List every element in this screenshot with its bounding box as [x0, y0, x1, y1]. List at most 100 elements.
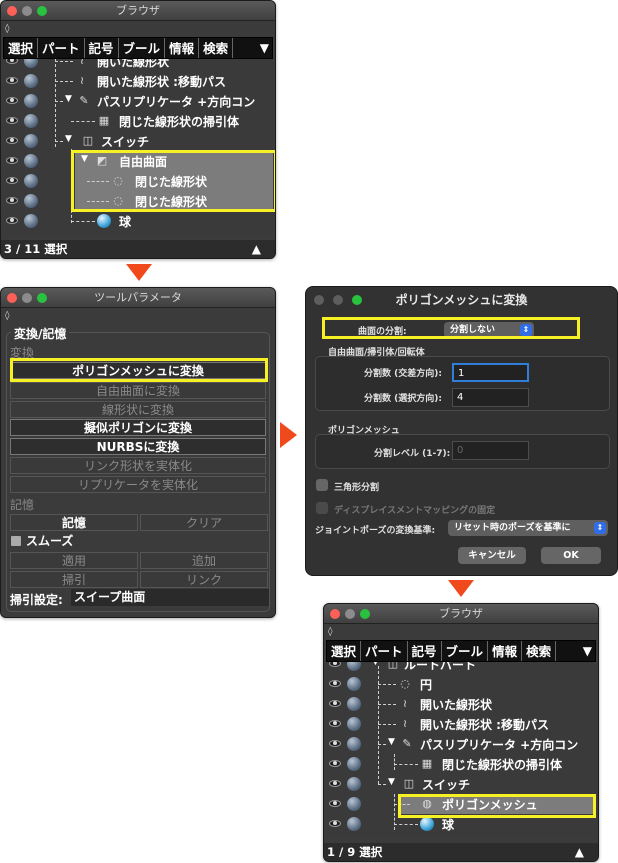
clear-button[interactable]: クリア [140, 514, 268, 531]
tab-symbol[interactable]: 記号 [408, 641, 442, 661]
tree-row-selected[interactable]: ◌ 閉じた線形状 [75, 191, 273, 211]
division-select-input[interactable]: 4 [452, 388, 529, 407]
shade-ball-icon[interactable] [24, 194, 38, 208]
tree-row[interactable] [326, 794, 398, 814]
triangle-checkbox[interactable] [316, 479, 328, 491]
disclosure-triangle-icon[interactable]: ▼ [65, 134, 72, 144]
shade-ball-icon[interactable] [347, 817, 361, 831]
close-button[interactable] [7, 293, 17, 303]
eye-icon[interactable] [329, 780, 341, 787]
up-triangle-icon[interactable]: ▲ [252, 240, 261, 258]
tab-menu-triangle-icon[interactable]: ▼ [583, 644, 595, 658]
shade-ball-icon[interactable] [347, 662, 361, 671]
shade-ball-icon[interactable] [24, 154, 38, 168]
joint-pose-select[interactable]: リセット時のポーズを基準に ⇕ [448, 520, 608, 536]
eye-icon[interactable] [6, 59, 18, 64]
tree-row-selected[interactable]: ◍ ポリゴンメッシュ [394, 794, 596, 814]
minimize-button[interactable] [22, 6, 32, 16]
eye-icon[interactable] [329, 720, 341, 727]
disclosure-triangle-icon[interactable]: ▼ [388, 737, 395, 747]
nurbs-convert-button[interactable]: NURBSに変換 [10, 438, 266, 455]
eye-icon[interactable] [329, 760, 341, 767]
zoom-button[interactable] [37, 6, 47, 16]
close-button[interactable] [7, 6, 17, 16]
tab-boolean[interactable]: ブール [119, 38, 166, 58]
disclosure-triangle-icon[interactable]: ▼ [372, 662, 379, 667]
zoom-button[interactable] [352, 295, 362, 305]
freeform-convert-button[interactable]: 自由曲面に変換 [10, 382, 266, 399]
shade-ball-icon[interactable] [347, 717, 361, 731]
tree-row[interactable]: ≀ 開いた線形状 [3, 59, 273, 71]
minimize-button[interactable] [345, 609, 355, 619]
shade-ball-icon[interactable] [24, 74, 38, 88]
add-button[interactable]: 追加 [140, 552, 268, 569]
eye-icon[interactable] [6, 177, 18, 184]
minimize-button[interactable] [22, 293, 32, 303]
tree-row[interactable]: ◌ 円 [326, 674, 596, 694]
apply-button[interactable]: 適用 [10, 552, 138, 569]
eye-icon[interactable] [329, 800, 341, 807]
tab-info[interactable]: 情報 [165, 38, 200, 58]
tree-row[interactable]: ▼ ✎ パスリプリケータ +方向コン [326, 734, 596, 754]
tree-row[interactable]: ▦ 閉じた線形状の掃引体 [3, 111, 273, 131]
linear-convert-button[interactable]: 線形状に変換 [10, 401, 266, 418]
shade-ball-icon[interactable] [347, 677, 361, 691]
minimize-button[interactable] [333, 295, 343, 305]
displacement-checkbox[interactable] [316, 502, 328, 514]
polymesh-convert-button[interactable]: ポリゴンメッシュに変換 [10, 362, 266, 379]
tree-row-selected[interactable]: ◌ 閉じた線形状 [75, 171, 273, 191]
surface-division-select[interactable]: 分割しない ⇕ [444, 322, 534, 338]
cancel-button[interactable]: キャンセル [458, 547, 526, 564]
division-cross-input[interactable]: 1 [452, 363, 529, 382]
tree-row[interactable]: 球 [326, 814, 596, 834]
smooth-checkbox[interactable] [11, 536, 21, 546]
shade-ball-icon[interactable] [347, 797, 361, 811]
ok-button[interactable]: OK [541, 547, 601, 564]
disclosure-triangle-icon[interactable]: ▼ [65, 94, 72, 104]
zoom-button[interactable] [37, 293, 47, 303]
tab-search[interactable]: 検索 [522, 641, 557, 661]
tree-row[interactable]: ▦ 閉じた線形状の掃引体 [326, 754, 596, 774]
diamond-icon[interactable]: ◊ [5, 312, 14, 321]
tree-row[interactable]: ▼ ◫ スイッチ [3, 131, 273, 151]
up-triangle-icon[interactable]: ▲ [575, 843, 584, 861]
tree-row[interactable] [3, 151, 75, 171]
shade-ball-icon[interactable] [347, 697, 361, 711]
eye-icon[interactable] [6, 97, 18, 104]
tab-symbol[interactable]: 記号 [85, 38, 119, 58]
tree-row[interactable]: ▼ ◫ スイッチ [326, 774, 596, 794]
tab-part[interactable]: パート [38, 38, 85, 58]
diamond-icon[interactable]: ◊ [5, 25, 14, 34]
tree-row[interactable]: 球 [3, 211, 273, 231]
disclosure-triangle-icon[interactable]: ▼ [388, 777, 395, 787]
eye-icon[interactable] [6, 197, 18, 204]
shade-ball-icon[interactable] [24, 59, 38, 68]
shade-ball-icon[interactable] [24, 94, 38, 108]
tab-info[interactable]: 情報 [488, 641, 523, 661]
tree-row[interactable]: ≀ 開いた線形状 :移動パス [3, 71, 273, 91]
replicator-realize-button[interactable]: リプリケータを実体化 [10, 476, 266, 493]
eye-icon[interactable] [329, 662, 341, 667]
eye-icon[interactable] [329, 740, 341, 747]
shade-ball-icon[interactable] [24, 134, 38, 148]
tree-row[interactable] [3, 191, 75, 211]
eye-icon[interactable] [6, 117, 18, 124]
eye-icon[interactable] [6, 77, 18, 84]
eye-icon[interactable] [6, 137, 18, 144]
tab-search[interactable]: 検索 [199, 38, 234, 58]
shade-ball-icon[interactable] [24, 214, 38, 228]
tab-select[interactable]: 選択 [327, 641, 362, 661]
sweep-setting-select[interactable]: スイープ曲面 [71, 589, 269, 606]
disclosure-triangle-icon[interactable]: ▼ [81, 154, 88, 164]
tab-menu-triangle-icon[interactable]: ▼ [260, 41, 272, 55]
tree-row[interactable] [3, 171, 75, 191]
eye-icon[interactable] [6, 157, 18, 164]
close-button[interactable] [314, 295, 324, 305]
tab-part[interactable]: パート [361, 641, 408, 661]
close-button[interactable] [330, 609, 340, 619]
shade-ball-icon[interactable] [347, 777, 361, 791]
diamond-icon[interactable]: ◊ [328, 628, 337, 637]
link-realize-button[interactable]: リンク形状を実体化 [10, 457, 266, 474]
link-button[interactable]: リンク [140, 571, 268, 588]
tab-boolean[interactable]: ブール [442, 641, 489, 661]
